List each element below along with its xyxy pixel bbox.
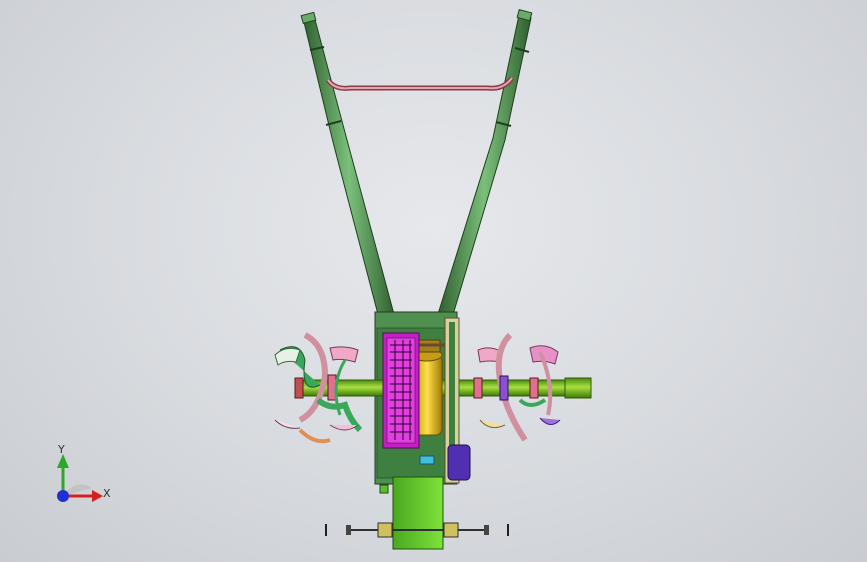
gearbox[interactable]: [382, 332, 420, 449]
x-axis-label: X: [103, 487, 111, 500]
engine-block[interactable]: [379, 476, 444, 550]
triad-graphic: [57, 454, 103, 502]
right-handle[interactable]: [437, 8, 533, 319]
left-handle[interactable]: [300, 11, 396, 323]
tiller-model[interactable]: [0, 0, 867, 562]
y-axis-label: Y: [58, 443, 65, 456]
handle-crossbar[interactable]: [325, 76, 514, 91]
z-axis-dot: [57, 490, 69, 502]
cad-3d-viewport[interactable]: X Y: [0, 0, 867, 562]
coordinate-triad: [40, 440, 120, 520]
